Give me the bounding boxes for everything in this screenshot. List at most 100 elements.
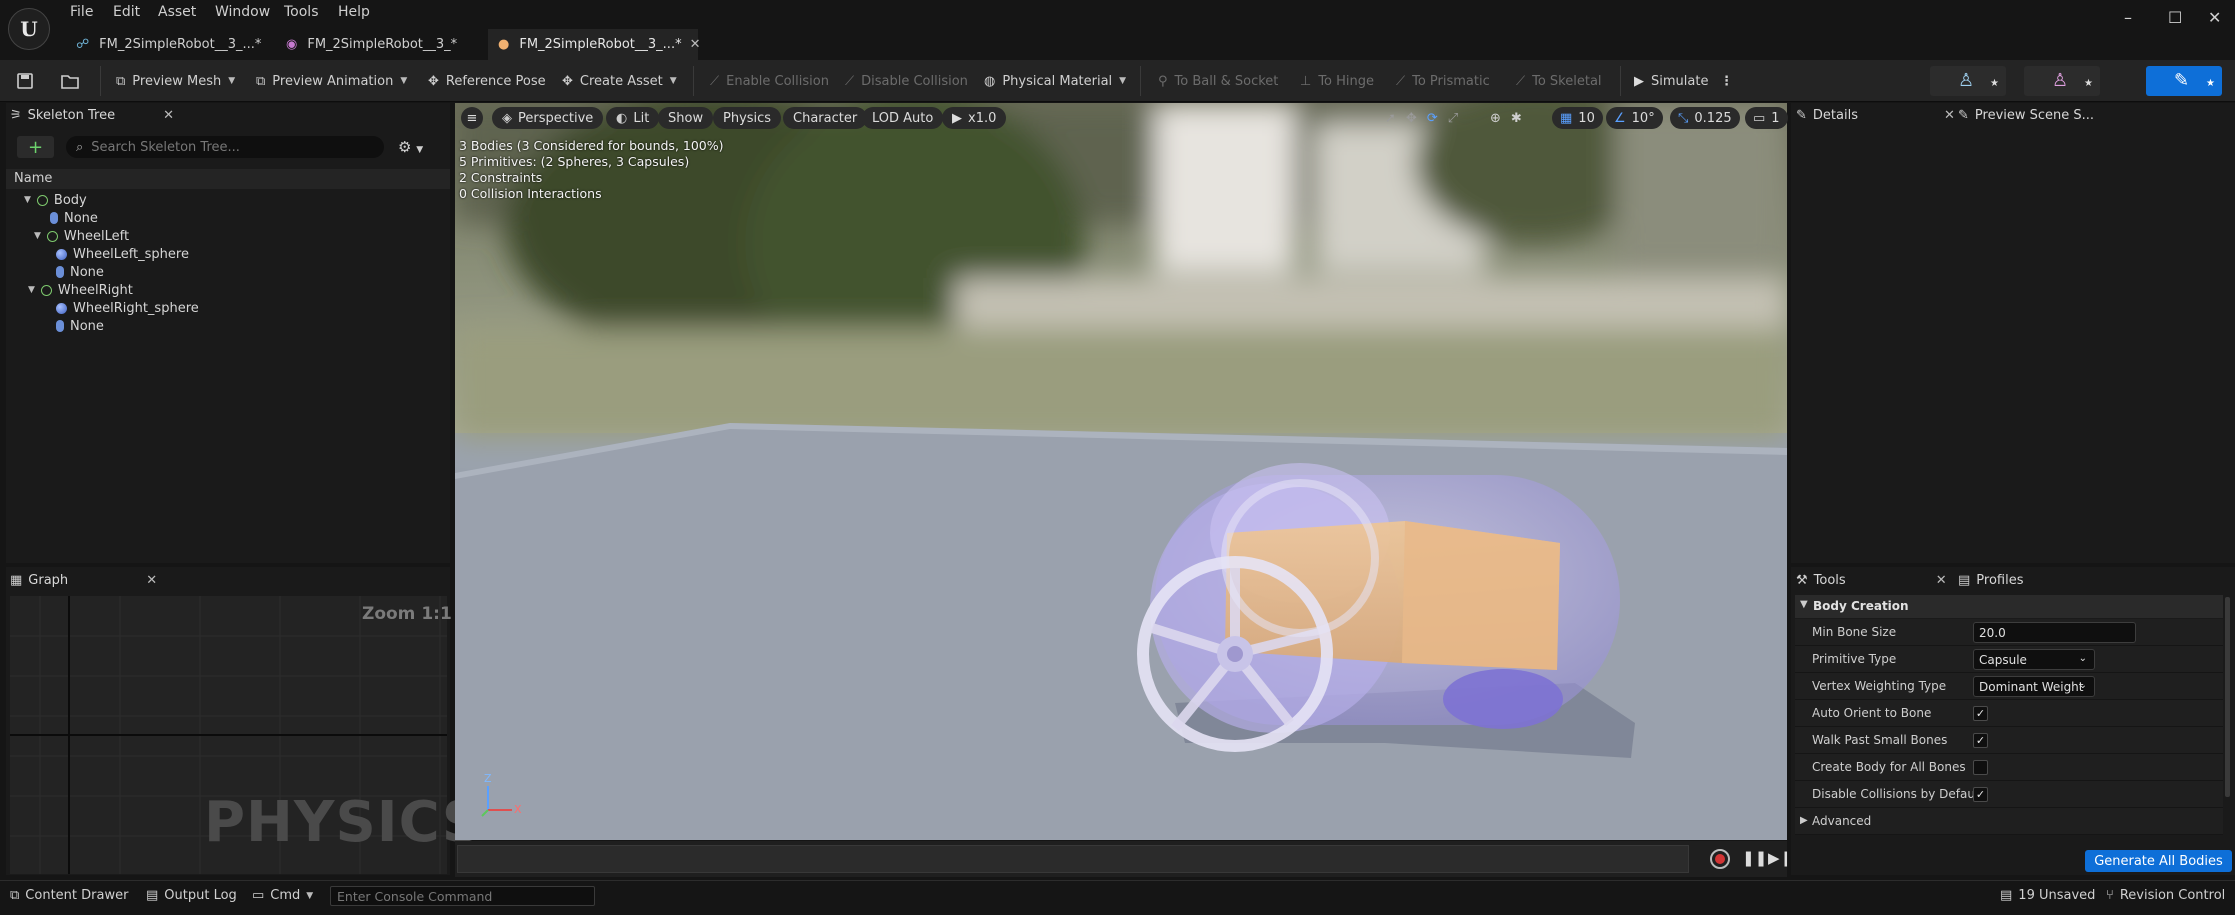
disable-collisions-checkbox[interactable]: ✓	[1973, 787, 1988, 802]
close-window-icon[interactable]: ✕	[2208, 8, 2221, 27]
mode-active-button[interactable]: ✎ ★	[2146, 66, 2222, 96]
chevron-down-icon: ▼	[1119, 76, 1127, 86]
to-prismatic-button[interactable]: ⟋ To Prismatic	[1396, 69, 1490, 93]
scale-icon[interactable]: ⤢	[1448, 111, 1458, 126]
simulate-button[interactable]: ▶ Simulate	[1634, 69, 1708, 93]
more-options-icon[interactable]: ⋮	[1720, 69, 1733, 93]
tools-scrollbar[interactable]	[2225, 597, 2230, 797]
min-bone-size-input[interactable]: 20.0	[1973, 622, 2136, 643]
camera-speed-button[interactable]: ▭ 1	[1745, 107, 1788, 129]
cmd-dropdown[interactable]: ▭ Cmd ▼	[252, 888, 313, 903]
reference-pose-button[interactable]: ✥ Reference Pose	[428, 69, 546, 93]
content-drawer-button[interactable]: ⧉ Content Drawer	[10, 888, 128, 903]
create-body-checkbox[interactable]	[1973, 760, 1988, 775]
auto-orient-checkbox[interactable]: ✓	[1973, 706, 1988, 721]
tools-tab[interactable]: ⚒ Tools ✕	[1796, 567, 1947, 593]
preview-animation-button[interactable]: ⧉ Preview Animation ▼	[256, 69, 407, 93]
physics-button[interactable]: Physics	[713, 107, 782, 129]
menu-asset[interactable]: Asset	[158, 4, 196, 20]
walk-past-row: Walk Past Small Bones ✓	[1795, 727, 2223, 754]
play-speed-button[interactable]: ▶ x1.0	[942, 107, 1007, 129]
generate-all-bodies-button[interactable]: Generate All Bodies	[2085, 850, 2232, 872]
to-ball-socket-button[interactable]: ⚲ To Ball & Socket	[1158, 69, 1278, 93]
primitive-type-dropdown[interactable]: Capsule ⌄	[1973, 649, 2095, 670]
tree-row-bone[interactable]: ▼ WheelLeft	[34, 227, 129, 245]
to-hinge-button[interactable]: ⊥ To Hinge	[1300, 69, 1374, 93]
rotation-snap-button[interactable]: ∠ 10°	[1606, 107, 1663, 129]
physical-material-button[interactable]: ◍ Physical Material ▼	[984, 69, 1126, 93]
perspective-button[interactable]: ◈ Perspective	[492, 107, 604, 129]
save-icon[interactable]	[16, 69, 34, 93]
advanced-row[interactable]: ▶ Advanced	[1795, 808, 2223, 835]
console-command-input[interactable]: Enter Console Command	[330, 886, 595, 906]
show-button[interactable]: Show	[658, 107, 714, 129]
revision-control-button[interactable]: ⑂ Revision Control	[2106, 888, 2225, 903]
tree-row-bone[interactable]: ▼ WheelRight	[28, 281, 133, 299]
tree-icon: ⚞	[10, 107, 22, 123]
expand-arrow-icon[interactable]: ▼	[34, 231, 41, 241]
document-tab-active[interactable]: ● FM_2SimpleRobot__3_...* ✕	[488, 29, 701, 60]
select-icon[interactable]: ➚	[1385, 111, 1396, 126]
close-icon[interactable]: ✕	[690, 37, 701, 52]
tree-row-sphere[interactable]: WheelRight_sphere	[56, 299, 199, 317]
close-icon[interactable]: ✕	[1944, 108, 1955, 123]
document-tab-skeleton[interactable]: ☍ FM_2SimpleRobot__3_...*	[66, 29, 271, 60]
menu-window[interactable]: Window	[215, 4, 270, 20]
add-icon[interactable]: +	[17, 136, 54, 158]
preview-scene-tab[interactable]: ✎ Preview Scene S...	[1958, 102, 2094, 128]
browse-icon[interactable]	[60, 69, 80, 93]
create-asset-button[interactable]: ✥ Create Asset ▼	[562, 69, 677, 93]
timeline-scrubber[interactable]	[457, 845, 1689, 873]
skeleton-mode-button[interactable]: ♙ ★	[1930, 66, 2006, 96]
minimize-icon[interactable]: –	[2124, 8, 2132, 27]
tree-row-body[interactable]: None	[56, 263, 104, 281]
document-tab-physics[interactable]: ◉ FM_2SimpleRobot__3_*	[276, 29, 481, 60]
record-icon[interactable]	[1710, 849, 1730, 869]
expand-arrow-icon[interactable]: ▼	[28, 285, 35, 295]
details-tab[interactable]: ✎ Details ✕	[1796, 102, 1955, 128]
skeleton-tree-tab[interactable]: ⚞ Skeleton Tree ✕	[10, 102, 174, 128]
viewport-menu-icon[interactable]: ≡	[461, 107, 483, 129]
graph-tab[interactable]: ▦ Graph ✕	[10, 567, 157, 593]
lit-button[interactable]: ◐ Lit	[606, 107, 660, 129]
character-button[interactable]: Character	[783, 107, 868, 129]
tree-row-sphere[interactable]: WheelLeft_sphere	[56, 245, 189, 263]
rotate-icon[interactable]: ⟳	[1427, 111, 1438, 126]
disable-collision-button[interactable]: ⟋ Disable Collision	[845, 69, 968, 93]
body-creation-header[interactable]: ▼ Body Creation	[1795, 595, 2223, 618]
vertex-weighting-dropdown[interactable]: Dominant Weight ⌄	[1973, 676, 2095, 697]
scale-snap-button[interactable]: ⤡ 0.125	[1670, 107, 1740, 129]
tree-row-body[interactable]: None	[56, 317, 104, 335]
settings-gear-icon[interactable]: ⚙ ▼	[398, 138, 423, 156]
unreal-logo-icon[interactable]: U	[8, 8, 50, 50]
unsaved-button[interactable]: ▤ 19 Unsaved	[2000, 888, 2095, 903]
tree-row-body[interactable]: None	[50, 209, 98, 227]
lod-button[interactable]: LOD Auto	[862, 107, 944, 129]
move-icon[interactable]: ✥	[1406, 111, 1417, 126]
pause-icon[interactable]: ❚❚	[1742, 849, 1767, 867]
menu-tools[interactable]: Tools	[284, 4, 319, 20]
grid-snap-button[interactable]: ▦ 10	[1552, 107, 1603, 129]
physics-mode-button[interactable]: ♙ ★	[2024, 66, 2100, 96]
to-skeletal-button[interactable]: ⟋ To Skeletal	[1516, 69, 1602, 93]
preview-mesh-button[interactable]: ⧉ Preview Mesh ▼	[116, 69, 235, 93]
play-icon: ▶	[952, 110, 962, 126]
enable-collision-button[interactable]: ⟋ Enable Collision	[710, 69, 829, 93]
world-space-icon[interactable]: ⊕	[1490, 111, 1501, 126]
step-forward-icon[interactable]: ▶❙	[1768, 849, 1792, 867]
menu-edit[interactable]: Edit	[113, 4, 140, 20]
expand-arrow-icon[interactable]: ▼	[24, 195, 31, 205]
output-log-button[interactable]: ▤ Output Log	[146, 888, 237, 903]
tree-row-bone[interactable]: ▼ Body	[24, 191, 87, 209]
search-skeleton-input[interactable]: ⌕ Search Skeleton Tree...	[66, 136, 384, 158]
surface-snap-icon[interactable]: ✱	[1511, 111, 1522, 126]
close-icon[interactable]: ✕	[163, 108, 174, 123]
viewport[interactable]	[455, 103, 1787, 840]
profiles-tab[interactable]: ▤ Profiles	[1958, 567, 2024, 593]
menu-help[interactable]: Help	[338, 4, 370, 20]
menu-file[interactable]: File	[70, 4, 93, 20]
maximize-icon[interactable]: ☐	[2168, 8, 2182, 27]
close-icon[interactable]: ✕	[1936, 573, 1947, 588]
close-icon[interactable]: ✕	[146, 573, 157, 588]
walk-past-checkbox[interactable]: ✓	[1973, 733, 1988, 748]
